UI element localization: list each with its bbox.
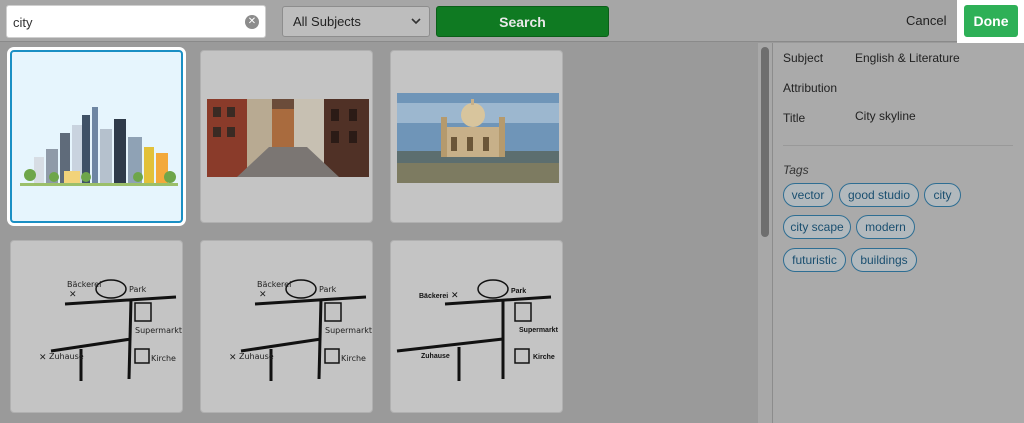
- image-card-city-skyline[interactable]: [10, 50, 183, 223]
- home-x-icon: ✕: [39, 353, 47, 363]
- close-icon: ✕: [247, 16, 257, 27]
- mosque-photo: [397, 93, 559, 183]
- search-input[interactable]: [13, 10, 243, 34]
- tag-chip[interactable]: good studio: [839, 183, 919, 207]
- image-card-street[interactable]: [200, 50, 373, 223]
- map-label-park: Park: [511, 288, 526, 295]
- title-value: City skyline: [855, 109, 916, 123]
- image-card-map-3[interactable]: Bäckerei ✕ Park Supermarkt Zuhause Kirch…: [390, 240, 563, 413]
- map-drawing: Bäckerei ✕ Park Supermarkt ✕ Zuhause Kir…: [39, 279, 182, 381]
- map-label-supermarket: Supermarkt: [519, 327, 559, 334]
- details-panel: Subject English & Literature Attribution…: [772, 43, 1024, 423]
- tags-label: Tags: [783, 163, 809, 177]
- tag-chip[interactable]: modern: [856, 215, 915, 239]
- subject-select-value: All Subjects: [293, 14, 361, 29]
- subject-value: English & Literature: [855, 51, 960, 65]
- map-drawing: Bäckerei ✕ Park Supermarkt Zuhause Kirch…: [396, 279, 559, 381]
- tag-chip[interactable]: vector: [783, 183, 833, 207]
- grid-scrollbar-thumb[interactable]: [761, 47, 769, 237]
- map-label-church: Kirche: [533, 354, 555, 361]
- map-label-bakery: Bäckerei: [257, 280, 291, 289]
- home-x-icon: ✕: [229, 353, 237, 363]
- cancel-button[interactable]: Cancel: [906, 13, 946, 28]
- map-label-home: Zuhause: [49, 352, 84, 361]
- bakery-x-icon: ✕: [259, 290, 267, 300]
- tag-chip[interactable]: city: [924, 183, 961, 207]
- toolbar: ✕ All Subjects Search Cancel Done: [0, 0, 1024, 46]
- search-box: ✕: [6, 5, 266, 38]
- clear-search-button[interactable]: ✕: [245, 15, 259, 29]
- tag-chip[interactable]: futuristic: [783, 248, 846, 272]
- map-label-bakery: Bäckerei: [67, 280, 101, 289]
- subject-select[interactable]: All Subjects: [282, 6, 430, 37]
- bakery-x-icon: ✕: [451, 291, 459, 301]
- map-label-bakery: Bäckerei: [419, 293, 448, 300]
- subject-label: Subject: [783, 51, 824, 65]
- bakery-x-icon: ✕: [69, 290, 77, 300]
- street-photo: [207, 99, 369, 177]
- chevron-down-icon: [411, 18, 421, 25]
- map-drawing: Bäckerei ✕ Park Supermarkt ✕ Zuhause Kir…: [229, 279, 372, 381]
- map-label-home: Zuhause: [239, 352, 274, 361]
- image-card-mosque[interactable]: [390, 50, 563, 223]
- map-label-supermarket: Supermarkt: [325, 326, 372, 335]
- tag-chip[interactable]: city scape: [783, 215, 851, 239]
- image-card-map-1[interactable]: Bäckerei ✕ Park Supermarkt ✕ Zuhause Kir…: [10, 240, 183, 413]
- map-label-church: Kirche: [151, 354, 176, 363]
- map-label-park: Park: [319, 285, 337, 294]
- search-button[interactable]: Search: [436, 6, 609, 37]
- image-grid: Bäckerei ✕ Park Supermarkt ✕ Zuhause Kir…: [0, 43, 758, 423]
- map-label-supermarket: Supermarkt: [135, 326, 182, 335]
- map-label-home: Zuhause: [421, 353, 450, 360]
- map-label-park: Park: [129, 285, 147, 294]
- details-divider: [783, 145, 1013, 146]
- attribution-label: Attribution: [783, 81, 838, 95]
- map-label-church: Kirche: [341, 354, 366, 363]
- tag-chip[interactable]: buildings: [851, 248, 917, 272]
- done-button[interactable]: Done: [964, 5, 1018, 37]
- image-card-map-2[interactable]: Bäckerei ✕ Park Supermarkt ✕ Zuhause Kir…: [200, 240, 373, 413]
- title-label: Title: [783, 111, 806, 125]
- city-skyline-image: [20, 107, 178, 186]
